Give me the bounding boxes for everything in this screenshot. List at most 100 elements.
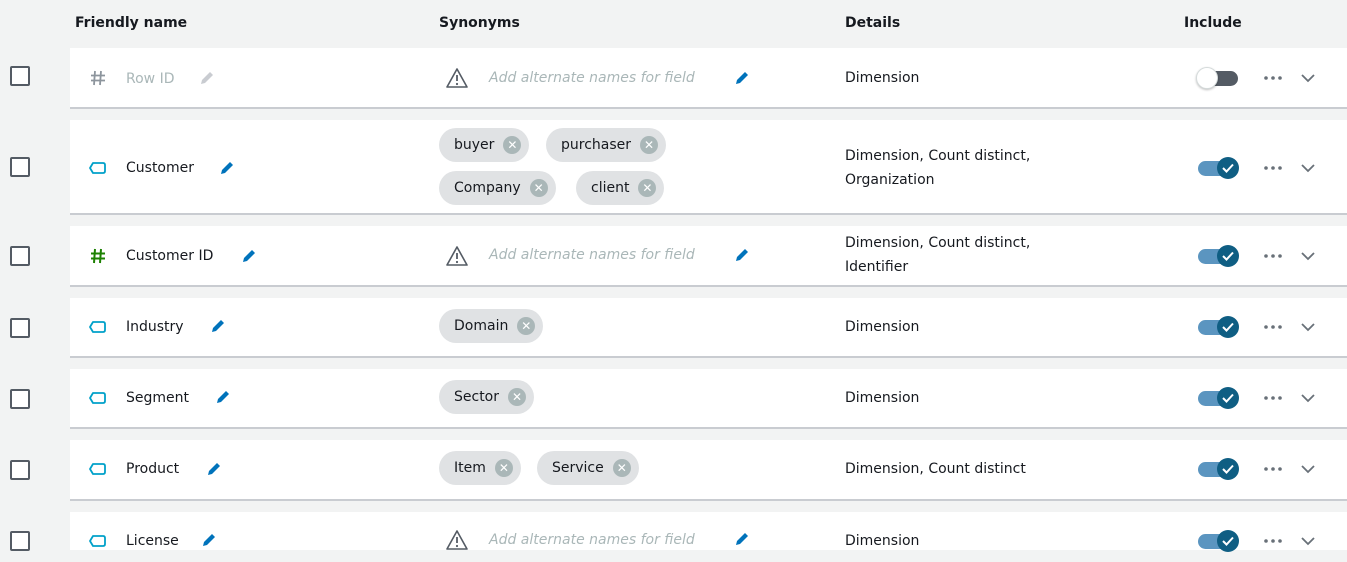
edit-pencil-icon[interactable] [214,388,232,406]
field-details: Dimension, Count distinct [845,461,1026,477]
chevron-down-icon[interactable] [1300,73,1316,83]
hash-icon [91,70,105,86]
row-select-checkbox[interactable] [10,460,30,480]
table-row: Segment Sector ✕ Dimension [0,369,1347,429]
field-friendly-name: License [126,533,179,549]
table-header: Friendly name Synonyms Details Include [0,0,1347,48]
more-actions-icon[interactable] [1262,252,1284,260]
synonym-chip-label: Item [454,460,486,476]
row-select-checkbox[interactable] [10,246,30,266]
field-details: Dimension [845,319,920,335]
remove-synonym-icon[interactable]: ✕ [612,459,631,477]
warning-icon [446,530,468,550]
edit-pencil-icon[interactable] [209,317,227,335]
synonym-chip-label: purchaser [561,137,632,153]
row-card [70,369,1347,429]
remove-synonym-icon[interactable]: ✕ [517,317,536,335]
check-icon [1222,393,1234,403]
row-select-checkbox[interactable] [10,157,30,177]
row-card [70,440,1347,501]
chevron-down-icon[interactable] [1300,163,1316,173]
include-toggle[interactable] [1196,157,1242,179]
table-row: Row ID Add alternate names for field Dim… [0,48,1347,109]
include-toggle[interactable] [1196,316,1242,338]
check-icon [1222,536,1234,546]
edit-pencil-icon[interactable] [200,531,218,549]
row-card [70,512,1347,550]
more-actions-icon[interactable] [1262,465,1284,473]
synonym-chip: Company ✕ [439,171,556,205]
chevron-down-icon[interactable] [1300,322,1316,332]
row-select-checkbox[interactable] [10,318,30,338]
include-toggle[interactable] [1196,67,1242,89]
synonym-placeholder: Add alternate names for field [489,247,695,263]
synonym-chip-label: Company [454,180,521,196]
field-friendly-name: Product [126,461,180,477]
row-select-checkbox[interactable] [10,531,30,551]
synonym-chip-label: Service [552,460,604,476]
synonym-chip-label: Sector [454,389,500,405]
synonym-chip: Service ✕ [537,451,639,485]
chevron-down-icon[interactable] [1300,251,1316,261]
more-actions-icon[interactable] [1262,537,1284,545]
synonym-chip: purchaser ✕ [546,128,667,162]
field-friendly-name: Customer ID [126,248,214,264]
column-header-synonyms: Synonyms [439,15,520,31]
more-actions-icon[interactable] [1262,394,1284,402]
remove-synonym-icon[interactable]: ✕ [638,179,657,197]
edit-pencil-icon[interactable] [205,460,223,478]
row-card [70,226,1347,287]
chevron-down-icon[interactable] [1300,464,1316,474]
remove-synonym-icon[interactable]: ✕ [640,136,659,154]
table-row: License Add alternate names for field Di… [0,512,1347,552]
check-icon [1222,251,1234,261]
edit-pencil-icon[interactable] [198,69,216,87]
synonym-placeholder: Add alternate names for field [489,70,695,86]
remove-synonym-icon[interactable]: ✕ [529,179,548,197]
table-row: Customer buyer ✕ purchaser ✕ Company ✕ clie… [0,120,1347,215]
dimension-tag-icon [89,463,106,475]
include-toggle[interactable] [1196,387,1242,409]
include-toggle[interactable] [1196,530,1242,552]
synonym-chip-label: client [591,180,630,196]
more-actions-icon[interactable] [1262,323,1284,331]
remove-synonym-icon[interactable]: ✕ [494,459,513,477]
edit-synonyms-icon[interactable] [733,530,751,548]
check-icon [1222,163,1234,173]
dimension-tag-icon [89,392,106,404]
field-friendly-name: Row ID [126,71,175,87]
edit-synonyms-icon[interactable] [733,246,751,264]
more-actions-icon[interactable] [1262,164,1284,172]
more-actions-icon[interactable] [1262,74,1284,82]
row-select-checkbox[interactable] [10,66,30,86]
chevron-down-icon[interactable] [1300,536,1316,546]
field-friendly-name: Industry [126,319,184,335]
synonym-chip: Item ✕ [439,451,521,485]
check-icon [1222,464,1234,474]
include-toggle[interactable] [1196,245,1242,267]
include-toggle[interactable] [1196,458,1242,480]
synonym-chip: Domain ✕ [439,309,544,343]
row-select-checkbox[interactable] [10,389,30,409]
field-details: Dimension [845,533,920,549]
table-row: Customer ID Add alternate names for fiel… [0,226,1347,287]
row-card [70,120,1347,215]
edit-pencil-icon[interactable] [218,159,236,177]
row-card [70,298,1347,358]
synonym-chip: buyer ✕ [439,128,530,162]
edit-pencil-icon[interactable] [240,247,258,265]
field-details: Dimension, Count distinct, Organization [845,148,1031,188]
chevron-down-icon[interactable] [1300,393,1316,403]
check-icon [1222,322,1234,332]
field-details: Dimension [845,390,920,406]
column-header-include: Include [1184,15,1242,31]
remove-synonym-icon[interactable]: ✕ [508,388,527,406]
remove-synonym-icon[interactable]: ✕ [503,136,522,154]
synonym-chip-label: buyer [454,137,495,153]
dimension-tag-icon [89,535,106,547]
edit-synonyms-icon[interactable] [733,69,751,87]
synonym-chip: Sector ✕ [439,380,535,414]
warning-icon [446,246,468,266]
dimension-tag-icon [89,162,106,174]
field-details: Dimension, Count distinct, Identifier [845,235,1031,275]
